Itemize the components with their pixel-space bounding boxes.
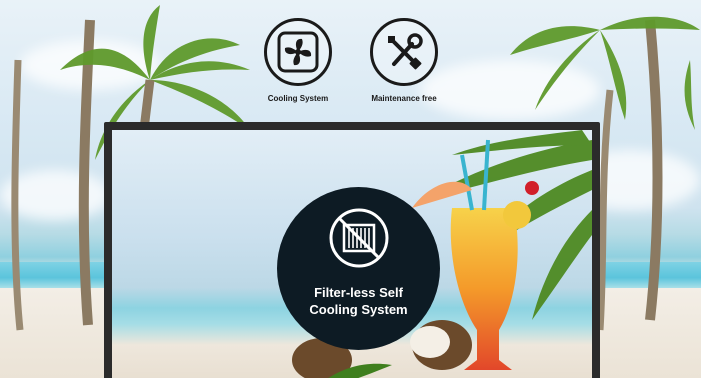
badge-line-2: Cooling System bbox=[309, 302, 408, 317]
filterless-badge: Filter-less Self Cooling System bbox=[277, 187, 440, 350]
monitor-screen: Filter-less Self Cooling System bbox=[112, 130, 592, 378]
feature-label: Maintenance free bbox=[371, 94, 437, 103]
beach-background: Cooling System Maintenance free Filter-l… bbox=[0, 0, 701, 378]
wrench-screwdriver-icon bbox=[370, 18, 438, 86]
feature-maintenance-free: Maintenance free bbox=[349, 18, 459, 103]
badge-line-1: Filter-less Self bbox=[314, 285, 403, 300]
fan-icon bbox=[264, 18, 332, 86]
monitor: Filter-less Self Cooling System bbox=[104, 122, 600, 378]
badge-title: Filter-less Self Cooling System bbox=[309, 284, 407, 318]
no-filter-icon bbox=[328, 207, 390, 274]
feature-label: Cooling System bbox=[267, 94, 329, 103]
feature-cooling-system: Cooling System bbox=[243, 18, 353, 103]
